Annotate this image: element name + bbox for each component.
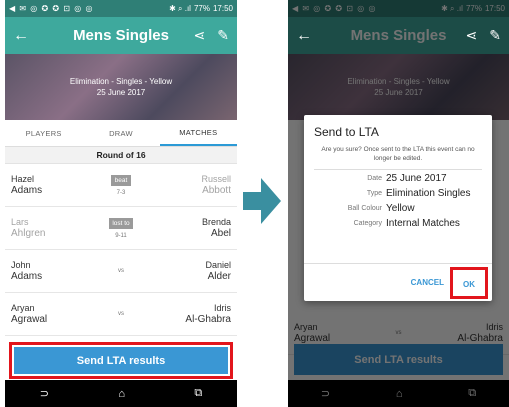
pencil-icon: ✎	[489, 27, 501, 43]
notification-icons: ◀ ✉ ◎ ✪ ✪ ⊡ ◎ ◎	[9, 4, 94, 13]
tab-bar: PLAYERS DRAW MATCHES	[5, 120, 237, 147]
clock: 17:50	[212, 4, 233, 13]
android-nav-bar: ⊃ ⌂ ⧉	[5, 380, 237, 407]
status-bar: ◀ ✉ ◎ ✪ ✪ ⊡ ◎ ◎ ✱ ⌕ .ıl 77% 17:50	[5, 0, 237, 17]
event-banner: Elimination - Singles - Yellow 25 June 2…	[5, 54, 237, 120]
battery-level: 77%	[193, 4, 210, 13]
match-score: 9-11	[115, 232, 127, 239]
versus-label: vs	[118, 268, 124, 274]
match-row[interactable]: Hazel Adams beat 7-3 Russell Abbott	[5, 164, 237, 207]
player-right: Brenda Abel	[201, 217, 231, 239]
player-left: Aryan Agrawal	[11, 303, 48, 325]
dialog-actions: CANCEL OK	[304, 263, 492, 301]
tab-draw[interactable]: DRAW	[82, 120, 159, 146]
send-to-lta-dialog: Send to LTA Are you sure? Once sent to t…	[304, 115, 492, 301]
phone-screen-after: ◀ ✉ ◎ ✪ ✪ ⊡ ◎ ◎ ✱ ⌕ .ıl 77% 17:50 ← Mens…	[288, 0, 509, 407]
versus-label: vs	[118, 311, 124, 317]
player-left: John Adams	[11, 260, 43, 282]
arrow-left-icon[interactable]: ←	[13, 27, 29, 45]
result-badge: beat	[111, 174, 131, 186]
phone-screen-before: ◀ ✉ ◎ ✪ ✪ ⊡ ◎ ◎ ✱ ⌕ .ıl 77% 17:50 ← Mens…	[5, 0, 237, 407]
ok-highlight: OK	[450, 266, 488, 299]
share-icon: ⋖	[465, 27, 478, 43]
dialog-title: Send to LTA	[314, 125, 379, 139]
ok-button[interactable]: OK	[463, 280, 475, 289]
dialog-message: Are you sure? Once sent to the LTA this …	[314, 145, 482, 170]
match-row[interactable]: Aryan Agrawal vs Idris Al-Ghabra	[5, 293, 237, 336]
share-icon[interactable]: ⋖	[194, 27, 206, 44]
arrow-left-icon: ←	[296, 26, 312, 44]
match-score: 7-3	[116, 189, 126, 196]
signal-icons: ✱ ⌕ .ıl	[169, 3, 191, 13]
detail-row-category: Category Internal Matches	[353, 218, 460, 229]
detail-row-ball-colour: Ball Colour Yellow	[347, 203, 415, 214]
round-header: Round of 16	[5, 147, 237, 164]
player-left: Lars Ahlgren	[11, 217, 46, 239]
detail-row-date: Date 25 June 2017	[367, 173, 447, 184]
send-lta-results-button[interactable]: Send LTA results	[14, 347, 228, 374]
player-right: Idris Al-Ghabra	[185, 303, 231, 325]
home-nav-icon[interactable]: ⌂	[118, 388, 125, 400]
back-nav-icon[interactable]: ⊃	[40, 387, 49, 400]
event-date: 25 June 2017	[96, 88, 146, 97]
send-highlight: Send LTA results	[9, 342, 233, 379]
pencil-icon[interactable]: ✎	[217, 27, 229, 44]
player-left: Hazel Adams	[11, 174, 43, 196]
transition-arrow-icon	[243, 178, 281, 224]
event-type: Elimination - Singles - Yellow	[69, 77, 173, 86]
cancel-button[interactable]: CANCEL	[411, 278, 444, 287]
app-bar: ← Mens Singles ⋖ ✎	[5, 17, 237, 54]
player-right: Daniel Alder	[205, 260, 231, 282]
match-row[interactable]: Lars Ahlgren lost to 9-11 Brenda Abel	[5, 207, 237, 250]
match-row[interactable]: John Adams vs Daniel Alder	[5, 250, 237, 293]
result-badge: lost to	[109, 217, 133, 229]
tab-players[interactable]: PLAYERS	[5, 120, 82, 146]
recent-apps-icon[interactable]: ⧉	[194, 387, 202, 400]
tab-matches[interactable]: MATCHES	[159, 120, 237, 146]
player-right: Russell Abbott	[201, 174, 231, 196]
detail-row-type: Type Elimination Singles	[366, 188, 471, 199]
